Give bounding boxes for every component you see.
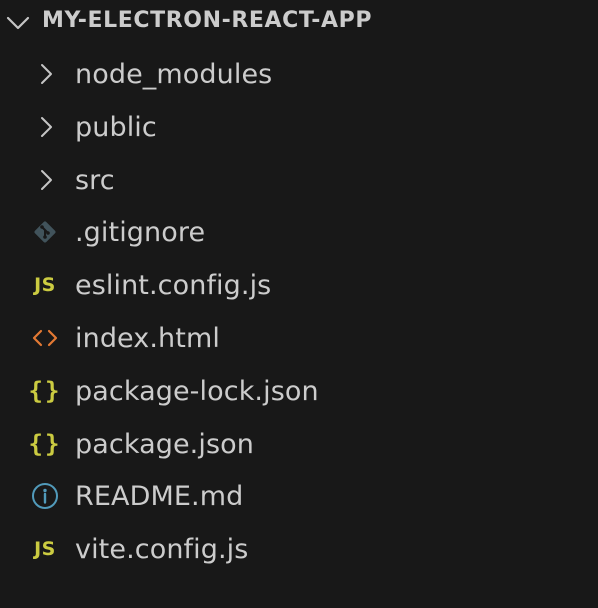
tree-item-vite-config[interactable]: JS vite.config.js bbox=[0, 523, 598, 575]
tree-item-label: eslint.config.js bbox=[75, 270, 272, 301]
file-explorer: MY-ELECTRON-REACT-APP node_modules publi… bbox=[0, 0, 598, 608]
js-icon: JS bbox=[34, 274, 56, 296]
tree-item-gitignore[interactable]: .gitignore bbox=[0, 206, 598, 258]
tree-item-label: src bbox=[75, 165, 115, 196]
js-icon: JS bbox=[34, 538, 56, 560]
tree-item-package-json[interactable]: {} package.json bbox=[0, 418, 598, 470]
git-icon bbox=[28, 218, 62, 246]
chevron-right-icon bbox=[41, 117, 52, 137]
tree-item-index-html[interactable]: index.html bbox=[0, 312, 598, 364]
tree-item-label: package-lock.json bbox=[75, 376, 319, 407]
tree-item-eslint-config[interactable]: JS eslint.config.js bbox=[0, 259, 598, 311]
info-icon bbox=[28, 482, 62, 510]
tree-item-label: README.md bbox=[75, 481, 244, 512]
chevron-right-icon bbox=[41, 170, 52, 190]
chevron-right-icon bbox=[41, 64, 52, 84]
html-icon bbox=[28, 324, 62, 352]
tree-item-src[interactable]: src bbox=[0, 154, 598, 206]
tree-item-label: vite.config.js bbox=[75, 534, 249, 565]
tree-item-readme[interactable]: README.md bbox=[0, 470, 598, 522]
tree-item-package-lock-json[interactable]: {} package-lock.json bbox=[0, 365, 598, 417]
chevron-down-icon bbox=[6, 16, 30, 30]
tree-item-label: package.json bbox=[75, 429, 254, 460]
tree-item-label: public bbox=[75, 112, 157, 143]
tree-item-label: .gitignore bbox=[75, 217, 206, 248]
explorer-title: MY-ELECTRON-REACT-APP bbox=[42, 8, 373, 33]
tree-item-public[interactable]: public bbox=[0, 101, 598, 153]
json-icon: {} bbox=[28, 377, 62, 405]
tree-item-node-modules[interactable]: node_modules bbox=[0, 48, 598, 100]
explorer-section-header[interactable]: MY-ELECTRON-REACT-APP bbox=[0, 0, 598, 46]
tree-item-label: index.html bbox=[75, 323, 220, 354]
tree-item-label: node_modules bbox=[75, 59, 273, 90]
json-icon: {} bbox=[28, 430, 62, 458]
